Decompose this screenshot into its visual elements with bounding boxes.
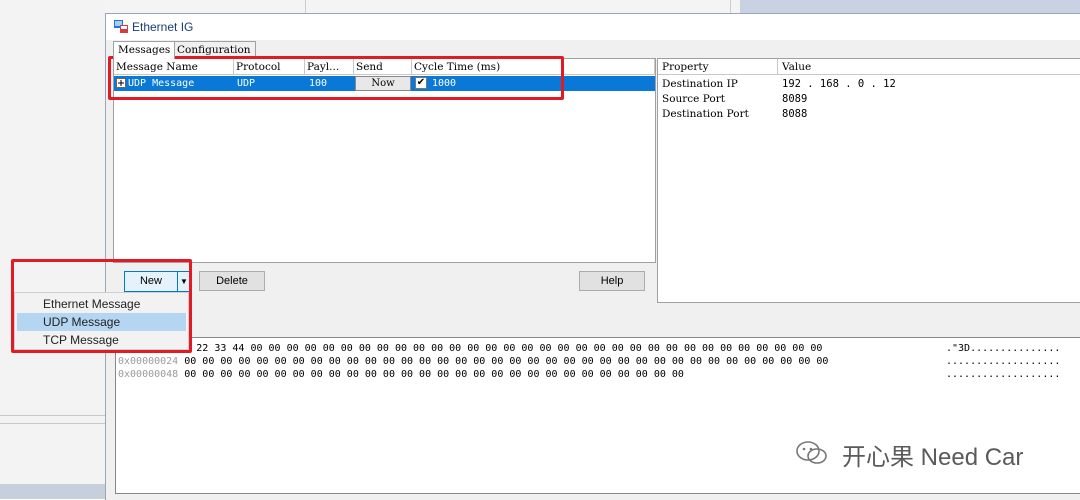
background-panel-top-right: [740, 0, 1080, 13]
property-destination-port: Destination Port: [662, 108, 749, 120]
hex-toolbar: [113, 311, 1080, 335]
delete-button[interactable]: Delete: [199, 271, 265, 291]
title-bar: Ethernet IG: [106, 14, 1080, 40]
highlight-box-new-menu: [11, 259, 192, 353]
value-column-header: Value: [778, 59, 1080, 75]
window-title: Ethernet IG: [132, 20, 194, 34]
hex-ascii: ...................: [946, 369, 1061, 380]
background-taskbar-strip: [0, 484, 105, 499]
app-icon: [114, 20, 128, 33]
background-divider: [730, 0, 731, 13]
hex-bytes: 00 00 00 00 00 00 00 00 00 00 00 00 00 0…: [184, 369, 684, 380]
hex-bytes: 11 22 33 44 00 00 00 00 00 00 00 00 00 0…: [178, 343, 823, 354]
background-divider: [0, 423, 105, 424]
hex-line: 0x00000048 00 00 00 00 00 00 00 00 00 00…: [118, 368, 684, 381]
tab-messages[interactable]: Messages: [113, 41, 176, 59]
background-panel-left: [0, 0, 106, 499]
hex-line: 11 22 33 44 00 00 00 00 00 00 00 00 00 0…: [118, 342, 822, 355]
value-destination-ip[interactable]: 192 . 168 . 0 . 12: [782, 78, 896, 90]
hex-bytes: 00 00 00 00 00 00 00 00 00 00 00 00 00 0…: [184, 356, 829, 367]
property-destination-ip: Destination IP: [662, 78, 738, 90]
watermark-text: 开心果 Need Car: [842, 444, 1024, 471]
property-grid[interactable]: Property Value Destination IP 192 . 168 …: [657, 58, 1080, 303]
wechat-icon: [796, 441, 827, 464]
help-button[interactable]: Help: [579, 271, 645, 291]
hex-address: 0x00000048: [118, 369, 179, 380]
property-source-port: Source Port: [662, 93, 725, 105]
hex-ascii: ."3D...............: [946, 343, 1061, 354]
value-source-port[interactable]: 8089: [782, 93, 807, 105]
hex-ascii: ...................: [946, 356, 1061, 367]
background-divider: [305, 0, 306, 13]
highlight-box-message-row: [108, 56, 564, 100]
background-divider: [0, 415, 105, 416]
value-destination-port[interactable]: 8088: [782, 108, 807, 120]
property-column-header: Property: [658, 59, 778, 75]
hex-line: 0x00000024 00 00 00 00 00 00 00 00 00 00…: [118, 355, 828, 368]
hex-address: 0x00000024: [118, 356, 179, 367]
